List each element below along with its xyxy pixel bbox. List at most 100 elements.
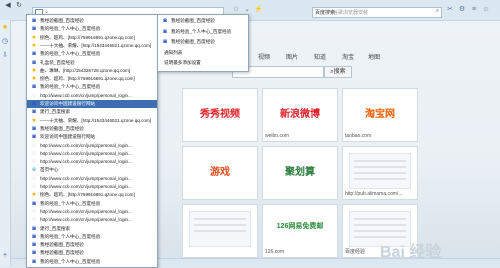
nav-video[interactable]: 视频 [258, 52, 270, 61]
nav-map[interactable]: 地图 [368, 52, 380, 61]
plus-icon[interactable]: + [1, 252, 9, 260]
page-icon: ◌ [32, 208, 36, 215]
history-item-label: ——十大抽、荣耀、[http://1543446521.qzone.qq.com… [40, 42, 152, 48]
baidu-icon: ◙ [32, 258, 36, 265]
history-item[interactable]: ◙ 我的经验_个人中心_百度经验 [27, 83, 157, 91]
refresh-icon[interactable]: ↻ [14, 2, 24, 10]
history-item-label: 我经验截图_百度经验 [40, 250, 84, 256]
history-item[interactable]: ◌ http://www.ccb.com/cn/jump/personal_log… [27, 175, 157, 183]
history-item[interactable]: ◌ http://www.ccb.com/cn/jump/personal_log… [27, 150, 157, 158]
history-item[interactable]: ◙ 我经验截图_百度经验 [27, 241, 157, 249]
nav-taobao[interactable]: 淘宝 [342, 52, 354, 61]
history-item[interactable]: ◌ http://www.ccb.com/cn/jump/personal_log… [27, 142, 157, 150]
chevron-down-icon[interactable]: ⌄ [243, 6, 251, 14]
history-item[interactable]: ◌ http://www.ccb.com/cn/jump/personal_log… [27, 92, 157, 100]
history-item[interactable]: ◙ 欢迎访问中国建设银行网站 [27, 100, 157, 109]
history-item[interactable]: ◌ http://www.ccb.com/cn/jump/personal_log… [27, 183, 157, 191]
search-button-label: 搜索 [333, 69, 346, 75]
history-item[interactable]: ◙ 礼盒装_百度经验 [27, 59, 157, 67]
page-icon: ◌ [32, 92, 36, 99]
history-item[interactable]: ★ 捌色、超鸡、[http://759916891.qzone.qq.com] [27, 191, 157, 199]
history-item[interactable]: ◙ 建行_百度搜索 [27, 108, 157, 116]
history-item[interactable]: ◙ 我经验截图_百度经验 [27, 249, 157, 257]
history-item-label: http://www.ccb.com/cn/jump/personal_logi… [40, 208, 132, 214]
user-icon[interactable]: ☺ [482, 6, 490, 14]
history-item[interactable]: ◙ 我的经验_个人中心_百度经验 [27, 25, 157, 33]
page-icon: ◌ [32, 184, 36, 190]
search-engine-label[interactable]: 百度搜索 [315, 9, 335, 16]
speed-dial-tile[interactable]: 秀秀视频 [182, 88, 258, 142]
menu-icon[interactable]: ≡ [470, 6, 478, 14]
history-item-label: 我经验截图_百度经验 [40, 125, 84, 131]
history-item[interactable]: 说明最多添加设置 [158, 59, 248, 67]
history-item[interactable]: ◙ 我经验截图_百度经验 [158, 17, 248, 25]
baidu-icon: ◙ [163, 18, 167, 24]
history-item[interactable]: ◌ http://www.ccb.com/cn/jump/personal_log… [27, 216, 157, 224]
page-search-button[interactable]: ⌕搜索 [324, 66, 352, 78]
history-item[interactable]: ◙ 我的经验_个人中心_百度经验 [27, 200, 157, 208]
history-item[interactable]: 通知列表 [158, 49, 248, 57]
clock-icon[interactable]: ◷ [1, 38, 9, 46]
search-icon[interactable]: ⌕ [436, 8, 439, 15]
tools-icon[interactable]: ✂ [446, 6, 454, 14]
speed-dial-tile[interactable]: 游戏 [182, 146, 258, 200]
star-icon: ★ [31, 42, 37, 49]
history-item-label: 我的经验_个人中心_百度经验 [40, 233, 101, 239]
history-item[interactable]: ◙ 建行_百度搜索 [27, 225, 157, 233]
history-item-label: 我的经验_个人中心_百度经验 [40, 84, 101, 90]
baidu-icon: ◙ [163, 39, 167, 45]
history-item[interactable]: ★ ——十大抽、荣耀、[http://1543446521.qzone.qq.co… [27, 117, 157, 125]
nav-images[interactable]: 图片 [286, 52, 298, 61]
history-item[interactable]: ◙ 我的经验_个人中心_百度经验 [27, 50, 157, 58]
star-icon: ★ [31, 117, 37, 124]
star-icon[interactable]: ★ [1, 24, 9, 32]
page-icon: ◌ [32, 217, 36, 224]
history-item[interactable]: ◙ 我经验截图_百度经验 [27, 125, 157, 133]
history-item-label: 我经验截图_百度经验 [40, 18, 84, 23]
history-item[interactable]: ◙ 我经验截图_百度经验 [27, 17, 157, 25]
history-item[interactable]: ◌ http://www.ccb.com/cn/jump/personal_log… [27, 158, 157, 166]
history-item-label: 曲、琳琳、[http://154326728.qzone.qq.com] [40, 67, 131, 73]
history-item[interactable]: ★ ——十大抽、荣耀、[http://1543446521.qzone.qq.co… [27, 42, 157, 50]
history-item[interactable]: ★ 捌色、超鸡、[http://759916891.qzone.qq.com] [27, 34, 157, 42]
speed-dial-tile[interactable]: 聚划算 [262, 146, 338, 200]
history-item-label: 首页中心 [40, 167, 59, 173]
history-item[interactable]: ◙ 我的经验_个人中心_百度经验 [27, 233, 157, 241]
history-item-label: 我的经验_个人中心_百度经验 [40, 200, 101, 206]
baidu-icon: ◙ [32, 134, 36, 141]
download-icon[interactable]: ⇩ [1, 52, 9, 60]
history-item[interactable]: ★ 曲、琳琳、[http://154326728.qzone.qq.com] [27, 67, 157, 75]
history-item[interactable]: ◙ 我的经验_个人中心_百度经验 [158, 28, 248, 36]
baidu-icon: ◙ [32, 18, 36, 24]
nav-zhidao[interactable]: 知道 [314, 52, 326, 61]
star-icon[interactable]: ☆ [232, 6, 240, 14]
speed-dial-tile[interactable]: 淘宝网 taobao.com [342, 88, 418, 142]
baidu-icon: ◙ [32, 51, 36, 58]
history-item[interactable]: e 首页中心 [27, 166, 157, 174]
back-icon[interactable]: ◀ [3, 2, 13, 10]
speed-dial-tile[interactable] [182, 204, 258, 258]
baidu-icon: ◙ [32, 84, 36, 91]
baidu-icon: ◙ [163, 28, 167, 35]
tile-caption: weibo.com [265, 133, 289, 139]
history-item[interactable]: ◙ 欢迎访问中国建设银行网站 [27, 133, 157, 141]
history-item[interactable]: ◌ http://www.ccb.com/cn/jump/personal_log… [27, 208, 157, 216]
history-item-label: 我的经验_个人中心_百度经验 [40, 51, 101, 57]
baidu-icon: ◙ [32, 109, 36, 116]
speed-dial-tile[interactable]: 新浪微博 weibo.com [262, 88, 338, 142]
baidu-icon: ◙ [32, 250, 36, 257]
speed-dial-tile[interactable]: http://pub.alimama.com/... [342, 146, 418, 200]
history-item-label: 说明最多添加设置 [164, 60, 201, 65]
history-item[interactable]: ◙ 我的经验_个人中心_百度经验 [27, 258, 157, 266]
tile-logo: 126网易免费邮 [276, 223, 324, 230]
history-item-label: http://www.ccb.com/cn/jump/personal_logi… [40, 159, 132, 165]
search-input[interactable]: 谷歌浏览器安装 [333, 9, 368, 16]
history-item[interactable]: ★ 捌色、超鸡、[http://759916891.qzone.qq.com] [27, 75, 157, 83]
speed-dial-tile[interactable]: 126网易免费邮 126.com [262, 204, 338, 258]
history-item[interactable]: ◙ 我经验截图_百度经验 [158, 38, 248, 46]
search-bar[interactable]: 百度搜索 谷歌浏览器安装 ⌕ [312, 7, 442, 18]
gear-icon[interactable]: ⚙ [458, 6, 466, 14]
tile-thumbnail [189, 211, 251, 247]
history-item-label: 欢迎访问中国建设银行网站 [40, 134, 96, 140]
lightning-icon[interactable]: ⚡ [254, 6, 263, 14]
